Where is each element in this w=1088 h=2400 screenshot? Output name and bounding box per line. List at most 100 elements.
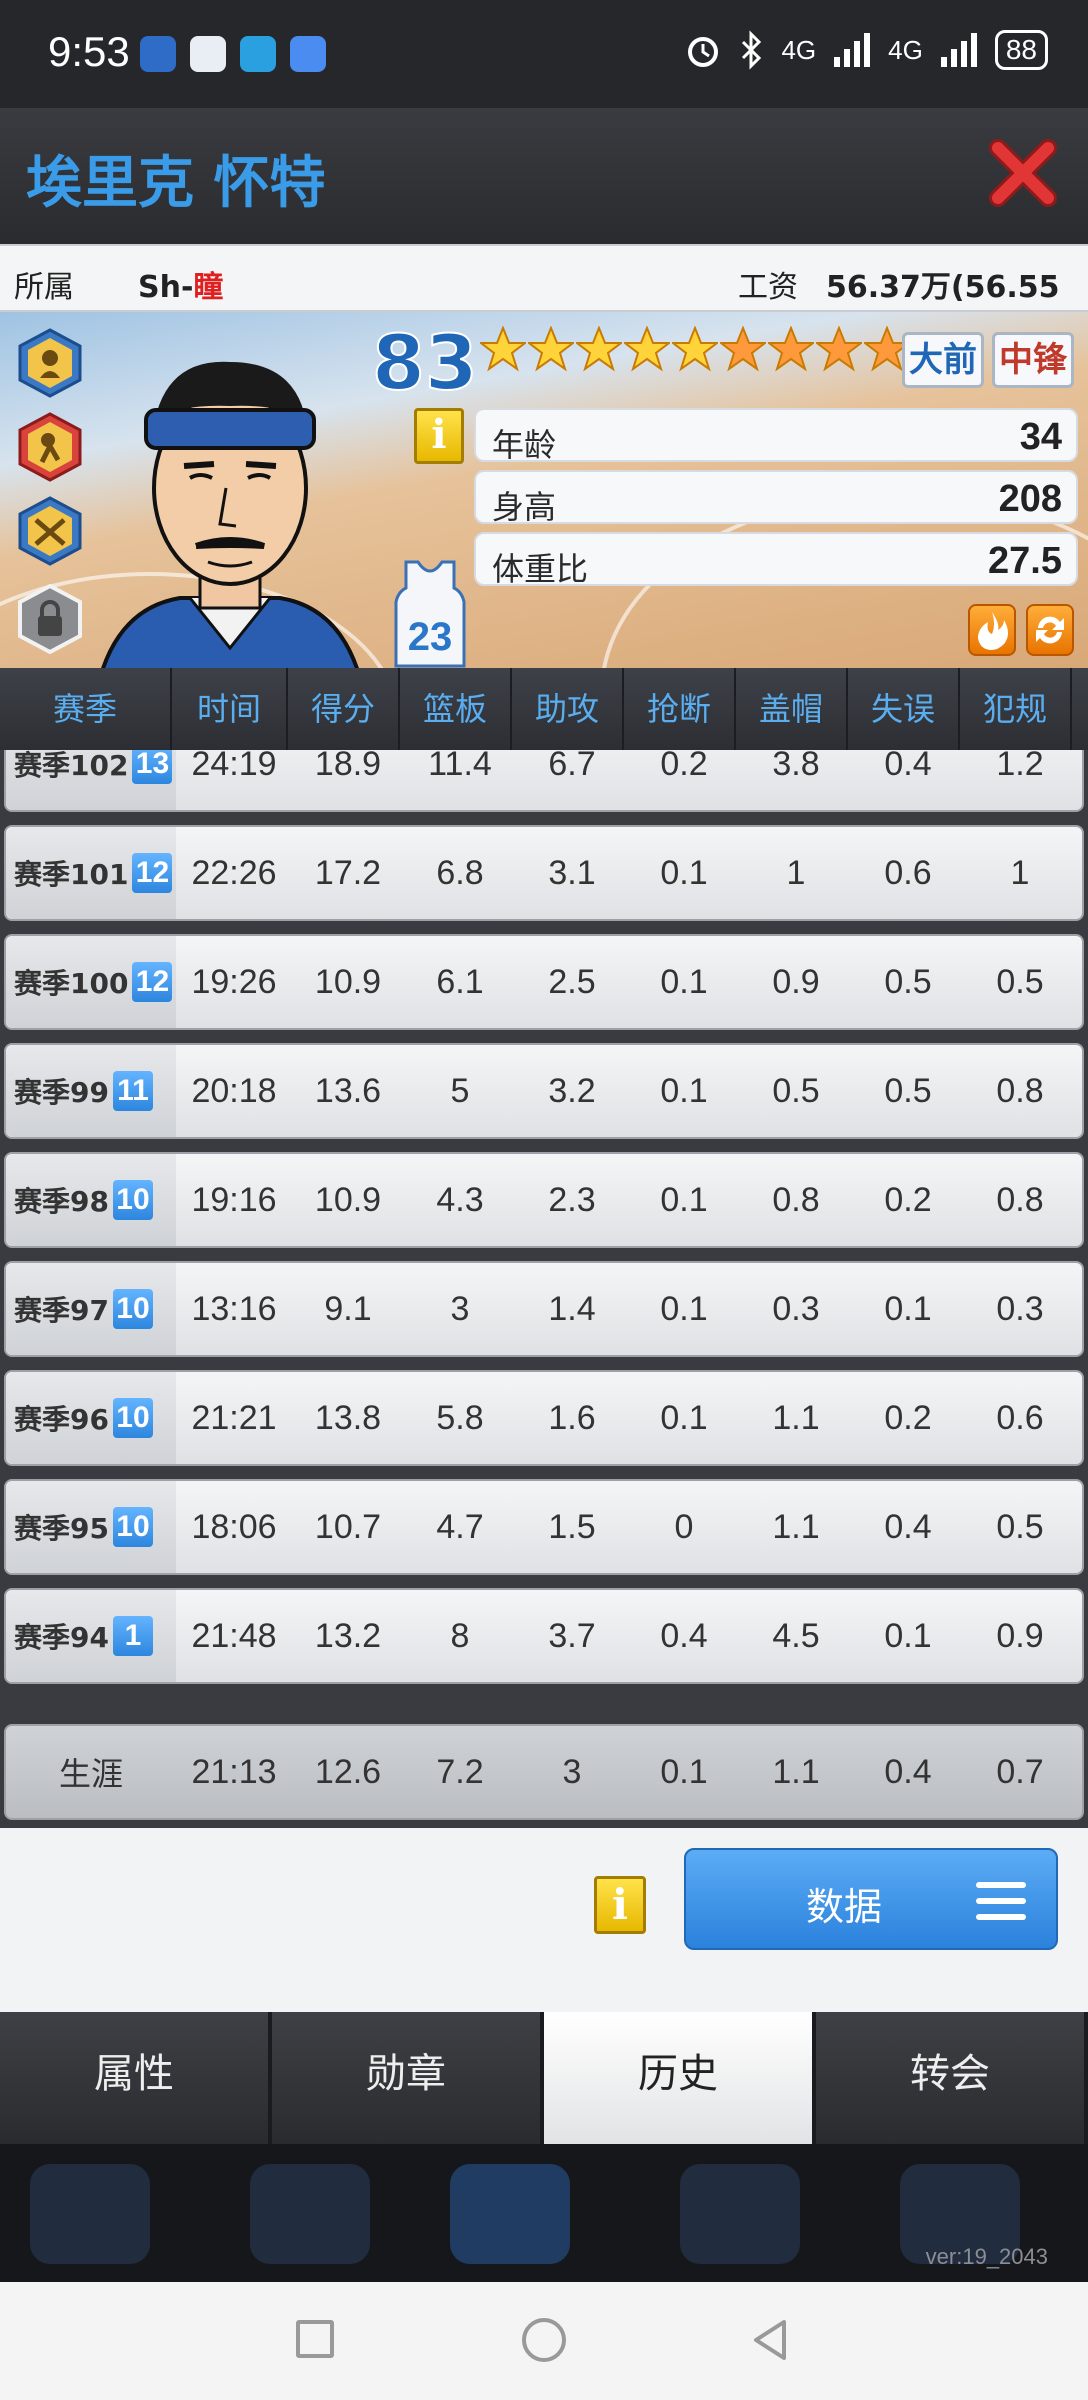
alarm-icon xyxy=(688,37,719,67)
stat-label: 年龄 xyxy=(492,426,557,464)
recent-apps-button[interactable] xyxy=(296,2320,334,2358)
stat-cell: 19:16 xyxy=(191,1180,277,1219)
season-row[interactable]: 赛季96 10 21:21 13.8 5.8 1.6 0.1 1.1 0.2 0.6 xyxy=(4,1370,1084,1466)
season-cell: 赛季94 1 xyxy=(6,1590,176,1682)
stat-cell: 24:19 xyxy=(191,750,277,783)
stats-table-body[interactable]: 赛季102 13 24:19 18.9 11.4 6.7 0.2 3.8 0.4 1.2 赛季101… xyxy=(0,750,1088,1828)
team-label: 所属 xyxy=(14,270,74,305)
battery-indicator: 88 xyxy=(994,30,1048,70)
season-cell: 赛季96 10 xyxy=(6,1372,176,1464)
season-label: 赛季102 xyxy=(14,750,129,782)
level-badge: 1 xyxy=(112,1616,153,1656)
stat-label: 身高 xyxy=(492,488,557,526)
tab-属性[interactable]: 属性 xyxy=(0,2012,272,2144)
level-badge: 10 xyxy=(112,1180,153,1220)
season-cell: 赛季97 10 xyxy=(6,1263,176,1355)
stat-cell: 1.2 xyxy=(996,750,1044,783)
column-header[interactable]: 犯规 xyxy=(960,668,1072,750)
stat-row-height: 身高 208 xyxy=(474,470,1078,526)
stat-cell: 13:16 xyxy=(191,1289,277,1328)
close-icon[interactable] xyxy=(988,138,1058,208)
stat-cell: 0.1 xyxy=(884,1289,932,1328)
season-row[interactable]: 赛季101 12 22:26 17.2 6.8 3.1 0.1 1 0.6 1 xyxy=(4,825,1084,921)
stat-cell: 20:18 xyxy=(191,1071,277,1110)
stat-cell: 0.5 xyxy=(884,1071,932,1110)
career-stat-cell: 0.7 xyxy=(996,1752,1044,1791)
column-header[interactable]: 盖帽 xyxy=(736,668,848,750)
level-badge: 12 xyxy=(132,962,173,1002)
career-stat-cell: 1.1 xyxy=(772,1752,820,1791)
column-header[interactable]: 抢断 xyxy=(624,668,736,750)
blurred-icon xyxy=(250,2164,370,2264)
column-header[interactable]: 赛季 xyxy=(0,668,172,750)
season-label: 赛季98 xyxy=(14,1185,109,1218)
season-row[interactable]: 赛季102 13 24:19 18.9 11.4 6.7 0.2 3.8 0.4 1.2 xyxy=(4,750,1084,812)
system-nav-bar xyxy=(0,2282,1088,2400)
lock-icon[interactable] xyxy=(18,584,82,654)
network-label-2: 4G xyxy=(888,34,923,65)
column-header[interactable]: 助攻 xyxy=(512,668,624,750)
network-label: 4G xyxy=(781,34,817,65)
column-header[interactable]: 得分 xyxy=(288,668,400,750)
stat-cell: 4.5 xyxy=(772,1616,820,1655)
season-row[interactable]: 赛季99 11 20:18 13.6 5 3.2 0.1 0.5 0.5 0.8 xyxy=(4,1043,1084,1139)
skill-badge-icon[interactable] xyxy=(18,328,82,398)
stat-cell: 18.9 xyxy=(314,750,382,783)
skill-badge-icon[interactable] xyxy=(18,412,82,482)
season-row[interactable]: 赛季97 10 13:16 9.1 3 1.4 0.1 0.3 0.1 0.3 xyxy=(4,1261,1084,1357)
tab-转会[interactable]: 转会 xyxy=(816,2012,1088,2144)
stat-cell: 13.8 xyxy=(314,1398,382,1437)
stat-cell: 8 xyxy=(450,1616,470,1655)
season-label: 赛季94 xyxy=(14,1621,109,1654)
career-stat-cell: 3 xyxy=(562,1752,582,1791)
bluetooth-icon xyxy=(742,30,762,70)
column-header[interactable]: 失误 xyxy=(848,668,960,750)
stat-cell: 0.5 xyxy=(772,1071,820,1110)
stat-cell: 19:26 xyxy=(191,962,277,1001)
stat-cell: 9.1 xyxy=(324,1289,372,1328)
home-button[interactable] xyxy=(522,2318,566,2362)
column-header[interactable]: 时间 xyxy=(172,668,288,750)
star-icon xyxy=(576,326,622,372)
stat-cell: 0.3 xyxy=(996,1289,1044,1328)
stat-cell: 0.1 xyxy=(884,1616,932,1655)
data-button-label: 数据 xyxy=(806,1885,883,1929)
info-icon[interactable]: i xyxy=(414,408,464,464)
stat-cell: 21:48 xyxy=(191,1616,277,1655)
tab-历史[interactable]: 历史 xyxy=(544,2012,816,2144)
level-badge: 10 xyxy=(112,1507,153,1547)
season-row[interactable]: 赛季98 10 19:16 10.9 4.3 2.3 0.1 0.8 0.2 0.8 xyxy=(4,1152,1084,1248)
career-stat-cell: 7.2 xyxy=(436,1752,484,1791)
stat-cell: 22:26 xyxy=(191,853,277,892)
season-label: 赛季100 xyxy=(14,967,129,1000)
tab-勋章[interactable]: 勋章 xyxy=(272,2012,544,2144)
info-icon[interactable]: i xyxy=(594,1876,646,1934)
stat-cell: 21:21 xyxy=(191,1398,277,1437)
team-prefix: Sh- xyxy=(138,270,194,305)
stat-row-age: 年龄 34 xyxy=(474,408,1078,464)
data-button[interactable]: 数据 xyxy=(684,1848,1058,1950)
stat-cell: 3 xyxy=(450,1289,470,1328)
stat-cell: 0.5 xyxy=(996,962,1044,1001)
fire-button[interactable] xyxy=(968,604,1016,656)
stat-cell: 0.2 xyxy=(660,750,708,783)
stat-cell: 4.7 xyxy=(436,1507,484,1546)
back-icon[interactable] xyxy=(748,2318,792,2362)
stat-cell: 0.1 xyxy=(660,1289,708,1328)
column-header[interactable]: 篮板 xyxy=(400,668,512,750)
stat-cell: 3.7 xyxy=(548,1616,596,1655)
stats-table-header: 赛季 时间 得分 篮板 助攻 抢断 盖帽 失误 犯规 xyxy=(0,668,1088,750)
stat-cell: 1.1 xyxy=(772,1507,820,1546)
stat-label: 体重比 xyxy=(492,550,589,588)
menu-icon xyxy=(976,1882,1026,1930)
stat-cell: 0.1 xyxy=(660,962,708,1001)
stat-cell: 18:06 xyxy=(191,1507,277,1546)
skill-badge-icon[interactable] xyxy=(18,496,82,566)
season-row[interactable]: 赛季95 10 18:06 10.7 4.7 1.5 0 1.1 0.4 0.5 xyxy=(4,1479,1084,1575)
season-label: 赛季101 xyxy=(14,858,129,891)
season-row[interactable]: 赛季100 12 19:26 10.9 6.1 2.5 0.1 0.9 0.5 0.5 xyxy=(4,934,1084,1030)
season-cell: 赛季101 12 xyxy=(6,827,176,919)
swap-button[interactable] xyxy=(1026,604,1074,656)
season-row[interactable]: 赛季94 1 21:48 13.2 8 3.7 0.4 4.5 0.1 0.9 xyxy=(4,1588,1084,1684)
stat-cell: 0.8 xyxy=(996,1180,1044,1219)
